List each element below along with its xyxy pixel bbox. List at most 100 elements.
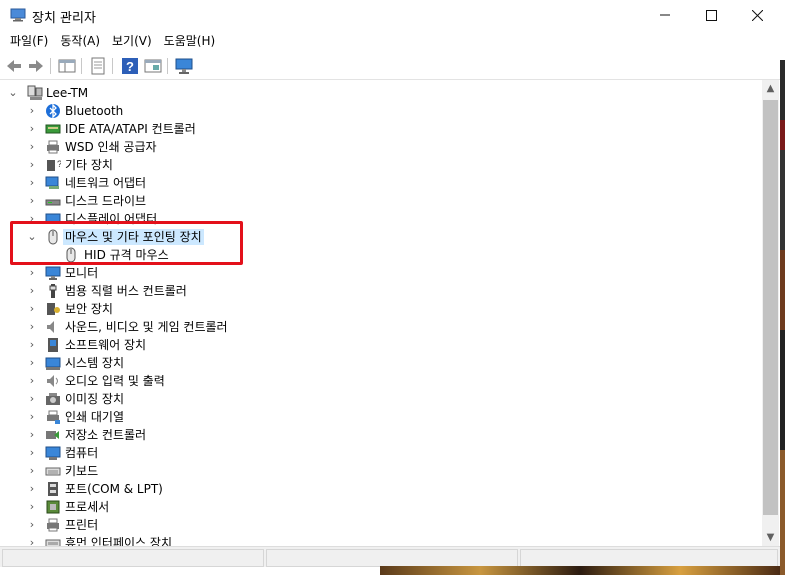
- help-button[interactable]: ?: [120, 56, 140, 76]
- disk-drive-icon: [45, 199, 61, 206]
- toolbar-separator: [50, 58, 51, 74]
- properties-button[interactable]: [88, 56, 108, 76]
- tree-category-item[interactable]: › 인쇄 대기열: [0, 408, 760, 426]
- usb-controller-icon: [49, 284, 57, 298]
- chevron-right-icon[interactable]: ›: [27, 156, 37, 174]
- vertical-scrollbar[interactable]: ▲ ▼: [762, 80, 779, 546]
- tree-category-item[interactable]: › 포트(COM & LPT): [0, 480, 760, 498]
- tree-category-item[interactable]: › 이미징 장치: [0, 390, 760, 408]
- tree-category-item[interactable]: › 휴먼 인터페이스 장치: [0, 534, 760, 546]
- tree-root[interactable]: ⌄ Lee-TM: [0, 84, 760, 102]
- chevron-right-icon[interactable]: ›: [27, 426, 37, 444]
- scroll-up-icon[interactable]: ▲: [762, 80, 779, 97]
- chevron-right-icon[interactable]: ›: [27, 480, 37, 498]
- maximize-button[interactable]: [688, 0, 734, 30]
- tree-category-item[interactable]: ›? 기타 장치: [0, 156, 760, 174]
- status-cell: [266, 549, 518, 567]
- chevron-right-icon[interactable]: ›: [27, 372, 37, 390]
- chevron-right-icon[interactable]: ›: [27, 444, 37, 462]
- chevron-right-icon[interactable]: ›: [27, 408, 37, 426]
- chevron-right-icon[interactable]: ›: [27, 498, 37, 516]
- status-cell: [2, 549, 264, 567]
- chevron-right-icon[interactable]: ›: [27, 282, 37, 300]
- title-bar[interactable]: 장치 관리자: [0, 0, 780, 30]
- menu-action[interactable]: 동작(A): [54, 30, 106, 52]
- tree-category-item[interactable]: › 저장소 컨트롤러: [0, 426, 760, 444]
- menu-view[interactable]: 보기(V): [106, 30, 158, 52]
- chevron-right-icon[interactable]: ›: [27, 354, 37, 372]
- menu-file[interactable]: 파일(F): [4, 30, 54, 52]
- tree-category-item[interactable]: › 모니터: [0, 264, 760, 282]
- tree-category-item[interactable]: › 시스템 장치: [0, 354, 760, 372]
- network-adapter-icon: [45, 176, 59, 189]
- tree-category-item[interactable]: › 범용 직렬 버스 컨트롤러: [0, 282, 760, 300]
- tree-category-label: WSD 인쇄 공급자: [65, 140, 157, 154]
- unknown-device-icon: ?: [47, 159, 61, 171]
- tree-category-item[interactable]: › 오디오 입력 및 출력: [0, 372, 760, 390]
- chevron-right-icon[interactable]: ›: [27, 390, 37, 408]
- tree-category-item[interactable]: › 보안 장치: [0, 300, 760, 318]
- tree-category-item[interactable]: › Bluetooth: [0, 102, 760, 120]
- tree-category-item[interactable]: › 사운드, 비디오 및 게임 컨트롤러: [0, 318, 760, 336]
- tree-category-item[interactable]: › 컴퓨터: [0, 444, 760, 462]
- red-highlight-annotation: [10, 221, 243, 265]
- forward-button[interactable]: [26, 56, 46, 76]
- scan-hardware-changes-button[interactable]: [174, 56, 194, 76]
- computer-root-icon: [27, 85, 43, 100]
- tree-category-item[interactable]: › IDE ATA/ATAPI 컨트롤러: [0, 120, 760, 138]
- wsd-printer-icon: [47, 140, 59, 154]
- tree-category-item[interactable]: › 네트워크 어댑터: [0, 174, 760, 192]
- security-device-icon: [47, 303, 60, 315]
- device-tree[interactable]: ⌄ Lee-TM › Bluetooth › IDE ATA/ATAPI 컨트롤러 › W…: [0, 80, 762, 546]
- tree-category-label: 컴퓨터: [65, 446, 99, 460]
- minimize-icon: [660, 14, 670, 16]
- tree-category-label: 프린터: [65, 518, 99, 532]
- chevron-right-icon[interactable]: ›: [27, 264, 37, 282]
- storage-controller-icon: [46, 431, 59, 439]
- tree-category-label: 키보드: [65, 464, 99, 478]
- tree-category-item[interactable]: › WSD 인쇄 공급자: [0, 138, 760, 156]
- scrollbar-thumb[interactable]: [763, 100, 778, 515]
- close-button[interactable]: [734, 0, 780, 30]
- tree-category-item[interactable]: › 프로세서: [0, 498, 760, 516]
- panel-view-icon: [144, 59, 162, 73]
- chevron-right-icon[interactable]: ›: [27, 318, 37, 336]
- tree-category-label: IDE ATA/ATAPI 컨트롤러: [65, 122, 196, 136]
- chevron-right-icon[interactable]: ›: [27, 300, 37, 318]
- tree-category-label: 휴먼 인터페이스 장치: [65, 536, 172, 546]
- processor-icon: [46, 500, 60, 514]
- show-hide-console-tree-button[interactable]: [57, 56, 77, 76]
- device-manager-app-icon: [10, 8, 26, 22]
- chevron-right-icon[interactable]: ›: [27, 462, 37, 480]
- status-bar: [0, 546, 780, 567]
- menu-bar: 파일(F) 동작(A) 보기(V) 도움말(H): [0, 30, 780, 52]
- view-toggle-button[interactable]: [143, 56, 163, 76]
- tree-category-label: 기타 장치: [65, 158, 113, 172]
- minimize-button[interactable]: [642, 0, 688, 30]
- tree-category-item[interactable]: › 키보드: [0, 462, 760, 480]
- audio-io-icon: [47, 375, 58, 387]
- chevron-right-icon[interactable]: ›: [27, 120, 37, 138]
- tree-category-label: 오디오 입력 및 출력: [65, 374, 165, 388]
- computer-icon: [45, 446, 61, 460]
- properties-icon: [91, 57, 105, 75]
- chevron-right-icon[interactable]: ›: [27, 174, 37, 192]
- chevron-down-icon[interactable]: ⌄: [8, 84, 18, 102]
- chevron-right-icon[interactable]: ›: [27, 336, 37, 354]
- back-button[interactable]: [4, 56, 24, 76]
- tree-category-label: 저장소 컨트롤러: [65, 428, 147, 442]
- maximize-icon: [705, 9, 717, 21]
- tree-category-item[interactable]: › 소프트웨어 장치: [0, 336, 760, 354]
- menu-help[interactable]: 도움말(H): [158, 30, 222, 52]
- chevron-right-icon[interactable]: ›: [27, 192, 37, 210]
- tree-category-item[interactable]: › 디스크 드라이브: [0, 192, 760, 210]
- chevron-right-icon[interactable]: ›: [27, 102, 37, 120]
- device-manager-window: 장치 관리자 파일(F) 동작(A) 보기(V) 도움말(H) ? ⌄ Lee-…: [0, 0, 781, 575]
- chevron-right-icon[interactable]: ›: [27, 534, 37, 546]
- chevron-right-icon[interactable]: ›: [27, 138, 37, 156]
- hid-icon: [45, 539, 61, 546]
- scroll-down-icon[interactable]: ▼: [762, 529, 779, 546]
- printer-icon: [47, 518, 59, 532]
- chevron-right-icon[interactable]: ›: [27, 516, 37, 534]
- tree-category-item[interactable]: › 프린터: [0, 516, 760, 534]
